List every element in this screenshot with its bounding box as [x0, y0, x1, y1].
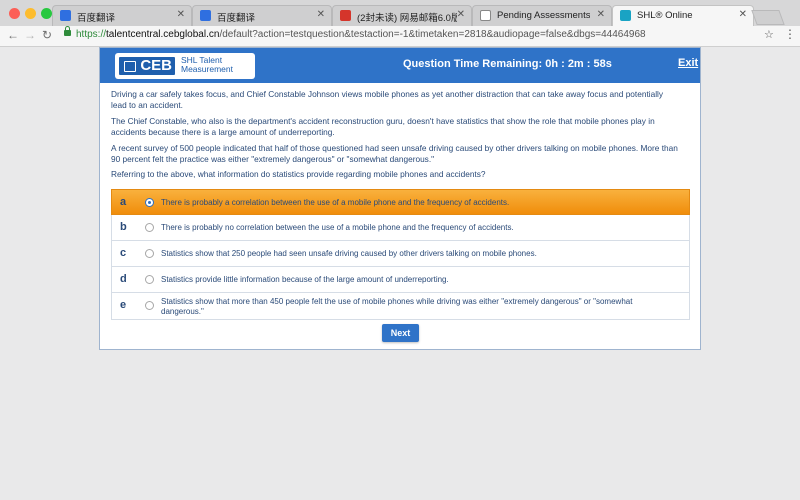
address-bar[interactable]: https://talentcentral.cebglobal.cn/defau…	[60, 26, 760, 44]
browser-tab-strip: 百度翻译 ✕ 百度翻译 ✕ (2封未读) 网易邮箱6.0版 ✕ Pending …	[0, 0, 800, 26]
close-tab-icon[interactable]: ✕	[739, 9, 747, 20]
new-tab-button[interactable]	[751, 10, 785, 25]
lock-icon	[64, 26, 71, 36]
answer-option-d[interactable]: d Statistics provide little information …	[111, 267, 690, 293]
tab-title: 百度翻译	[217, 13, 256, 24]
answer-option-a[interactable]: a There is probably a correlation betwee…	[111, 189, 690, 215]
back-arrow-icon[interactable]: ←	[7, 28, 19, 42]
close-tab-icon[interactable]: ✕	[597, 9, 605, 20]
tab-title: (2封未读) 网易邮箱6.0版	[357, 13, 457, 24]
question-timer: Question Time Remaining: 0h : 2m : 58s	[403, 58, 612, 70]
browser-tab[interactable]: 百度翻译 ✕	[192, 5, 332, 26]
shl-icon	[620, 10, 631, 21]
browser-toolbar: ← → ↻ https://talentcentral.cebglobal.cn…	[0, 26, 800, 47]
browser-tab[interactable]: (2封未读) 网易邮箱6.0版 ✕	[332, 5, 472, 26]
minimize-window-button[interactable]	[25, 8, 36, 19]
browser-tab-active[interactable]: SHL® Online ✕	[612, 5, 754, 26]
question-paragraph: Driving a car safely takes focus, and Ch…	[111, 89, 664, 110]
radio-button[interactable]	[145, 301, 154, 310]
netease-mail-icon	[340, 10, 351, 21]
question-prompt: Referring to the above, what information…	[111, 169, 486, 179]
close-tab-icon[interactable]: ✕	[177, 9, 185, 20]
browser-tab[interactable]: 百度翻译 ✕	[52, 5, 192, 26]
answer-option-e[interactable]: e Statistics show that more than 450 peo…	[111, 293, 690, 320]
answer-options: a There is probably a correlation betwee…	[111, 189, 690, 320]
exit-link[interactable]: Exit	[678, 57, 698, 69]
bookmark-star-icon[interactable]: ☆	[764, 28, 774, 41]
radio-button[interactable]	[145, 249, 154, 258]
answer-option-b[interactable]: b There is probably no correlation betwe…	[111, 215, 690, 241]
radio-button[interactable]	[145, 198, 154, 207]
assessment-panel: CEB SHL Talent Measurement Question Time…	[99, 47, 701, 350]
assessment-header: CEB SHL Talent Measurement Question Time…	[100, 48, 700, 83]
ceb-shl-logo: CEB SHL Talent Measurement	[115, 53, 255, 79]
maximize-window-button[interactable]	[41, 8, 52, 19]
close-tab-icon[interactable]: ✕	[317, 9, 325, 20]
browser-tab[interactable]: Pending Assessments ✕	[472, 5, 612, 26]
answer-option-c[interactable]: c Statistics show that 250 people had se…	[111, 241, 690, 267]
reload-icon[interactable]: ↻	[42, 28, 52, 42]
radio-button[interactable]	[145, 275, 154, 284]
document-icon	[480, 10, 491, 21]
question-paragraph: The Chief Constable, who also is the dep…	[111, 116, 655, 137]
tab-title: 百度翻译	[77, 13, 116, 24]
baidu-translate-icon	[60, 10, 71, 21]
question-paragraph: A recent survey of 500 people indicated …	[111, 143, 678, 164]
logo-subtitle: SHL Talent Measurement	[181, 55, 233, 74]
close-tab-icon[interactable]: ✕	[457, 9, 465, 20]
next-button[interactable]: Next	[382, 324, 419, 342]
close-window-button[interactable]	[9, 8, 20, 19]
browser-menu-icon[interactable]: ⋮	[784, 27, 796, 41]
ceb-logo-mark: CEB	[119, 57, 175, 75]
baidu-translate-icon	[200, 10, 211, 21]
radio-button[interactable]	[145, 223, 154, 232]
tab-title: Pending Assessments	[497, 10, 591, 21]
url-text: https://talentcentral.cebglobal.cn/defau…	[76, 29, 646, 40]
tab-title: SHL® Online	[637, 10, 693, 21]
forward-arrow-icon[interactable]: →	[24, 28, 36, 42]
